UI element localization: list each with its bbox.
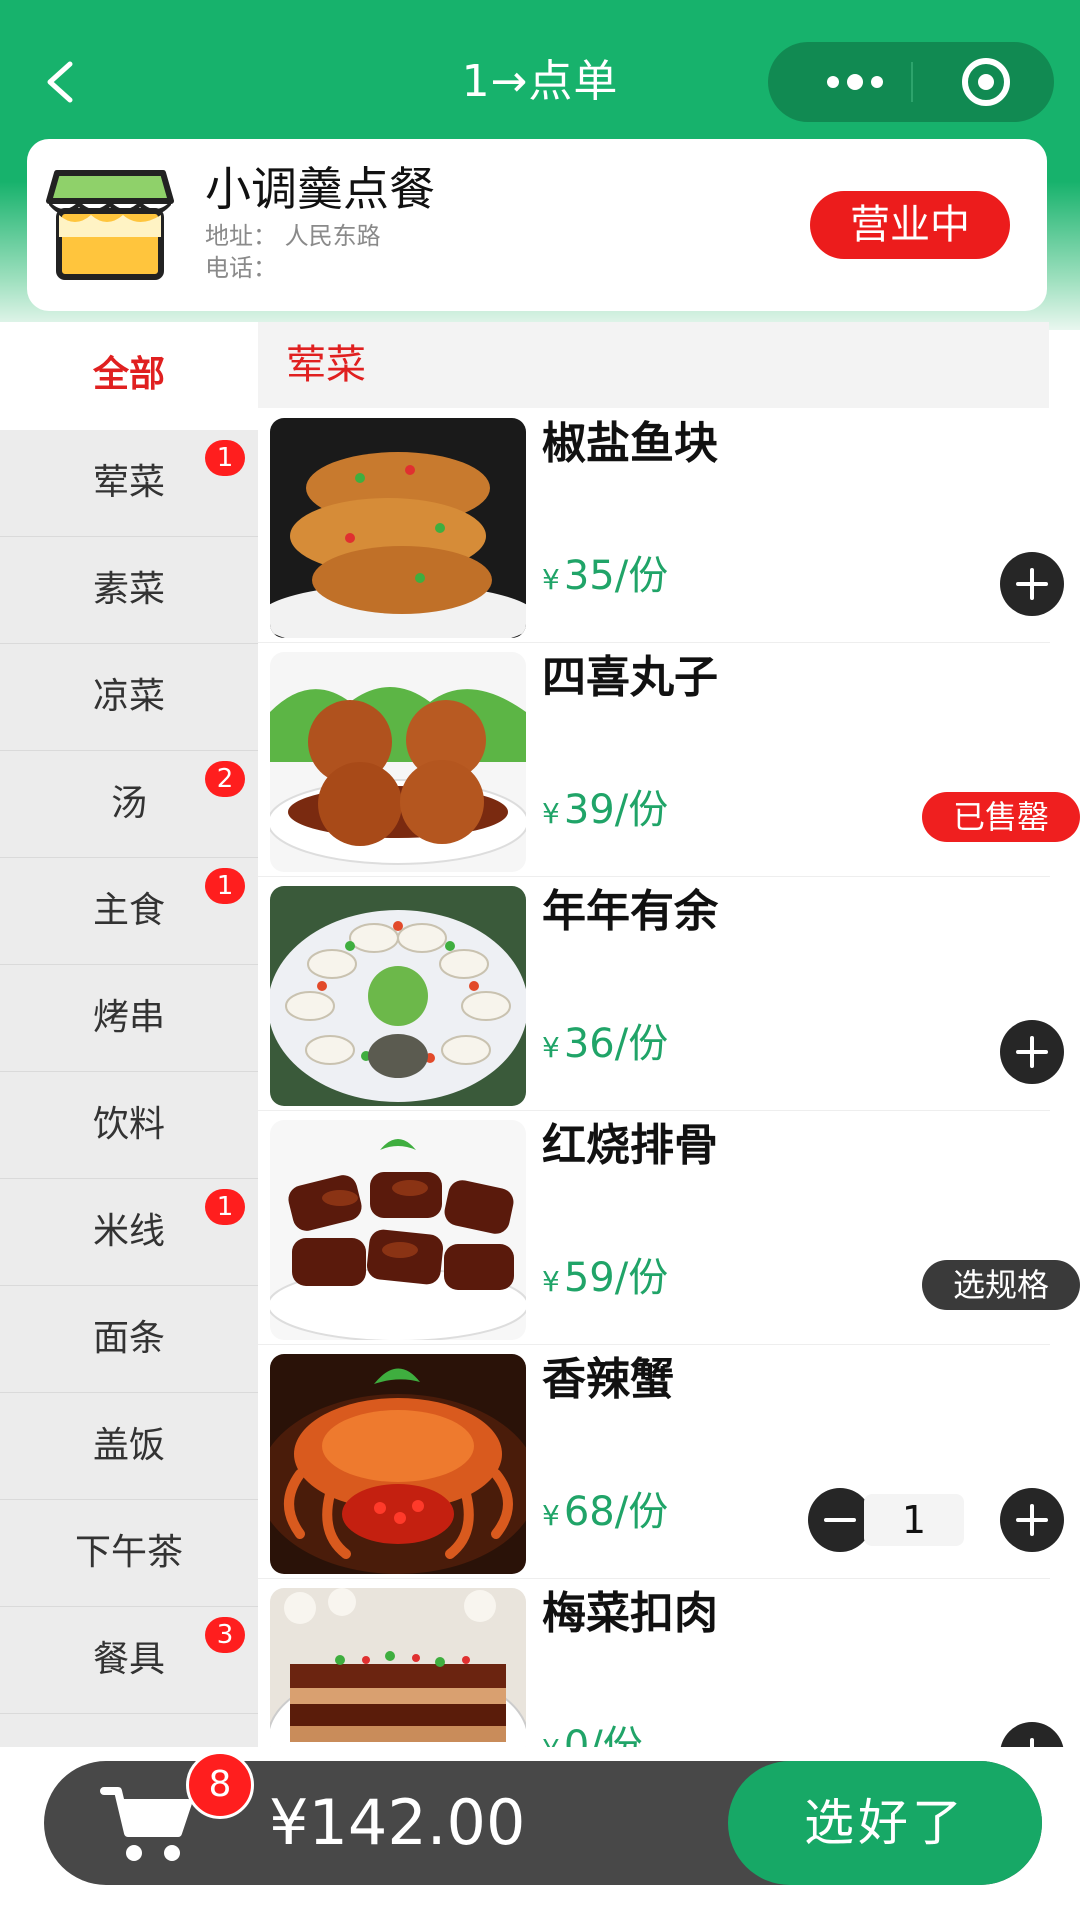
shop-phone: 电话： [205, 254, 277, 282]
dish-price: ¥59/份 [542, 1250, 668, 1310]
add-to-cart-button[interactable] [1000, 1020, 1064, 1084]
shop-info-card: 小调羹点餐 地址： 人民东路 电话： 营业中 [27, 139, 1047, 311]
sidebar-item-all[interactable]: 全部 [0, 322, 258, 430]
decrease-quantity-button[interactable] [808, 1488, 872, 1552]
sidebar-item-label: 主食 [92, 890, 165, 931]
add-to-cart-button[interactable] [1000, 1722, 1064, 1747]
dish-photo [270, 1120, 526, 1340]
count-badge: 1 [205, 1189, 245, 1225]
sidebar-item-label: 饮料 [92, 1104, 165, 1145]
more-dots-icon [827, 74, 883, 90]
count-badge: 1 [205, 868, 245, 904]
dish-list: 椒盐鱼块 ¥35/份 四喜丸子 ¥39/份 已售罄 年年有余 ¥ 36/份 红烧… [258, 408, 1080, 1747]
currency-symbol: ¥ [542, 1733, 560, 1747]
price-value: 35/份 [563, 553, 669, 599]
sidebar-item-tableware[interactable]: 餐具 3 [0, 1607, 258, 1714]
dish-price: ¥0/份 [542, 1718, 643, 1747]
dish-photo [270, 1588, 526, 1747]
sidebar-item-label: 盖饭 [92, 1425, 165, 1466]
cart-count-badge: 8 [186, 1751, 254, 1819]
sidebar-item-label: 下午茶 [74, 1532, 183, 1573]
storefront-icon [46, 170, 174, 280]
add-to-cart-button[interactable] [1000, 552, 1064, 616]
sidebar-item-rice-noodles[interactable]: 米线 1 [0, 1179, 258, 1286]
count-badge: 1 [205, 440, 245, 476]
dish-name: 红烧排骨 [542, 1120, 718, 1171]
category-sidebar: 全部 荤菜 1 素菜 凉菜 汤 2 主食 1 烤串 饮料 米线 1 面条 盖饭 … [0, 322, 258, 1747]
nav-bar: 1→点单 [0, 0, 1080, 140]
dish-name: 年年有余 [542, 886, 718, 937]
sidebar-item-label: 烤串 [92, 997, 165, 1038]
dish-item[interactable]: 四喜丸子 ¥39/份 已售罄 [258, 642, 1080, 877]
select-spec-button[interactable]: 选规格 [922, 1260, 1080, 1310]
price-value: 0/份 [563, 1723, 643, 1747]
dish-photo [270, 652, 526, 872]
mini-program-capsule [768, 42, 1054, 122]
dish-name: 梅菜扣肉 [542, 1588, 718, 1639]
sidebar-item-drinks[interactable]: 饮料 [0, 1072, 258, 1179]
dish-name: 四喜丸子 [542, 652, 718, 703]
sidebar-item-label: 餐具 [92, 1639, 165, 1680]
currency-symbol: ¥ [542, 1265, 560, 1298]
sidebar-item-label: 凉菜 [92, 676, 165, 717]
close-mini-program-button[interactable] [938, 42, 1034, 122]
sidebar-item-vegetable[interactable]: 素菜 [0, 537, 258, 644]
cart-button[interactable] [100, 1781, 194, 1865]
shop-name: 小调羹点餐 [205, 162, 435, 216]
cart-total: ¥142.00 [269, 1786, 526, 1859]
price-value: 59/份 [563, 1255, 669, 1301]
status-badge: 营业中 [810, 191, 1010, 259]
sidebar-item-staple[interactable]: 主食 1 [0, 858, 258, 965]
capsule-divider [911, 62, 913, 102]
bottom-cart-area: 8 ¥142.00 选好了 [0, 1747, 1080, 1920]
count-badge: 2 [205, 761, 245, 797]
sidebar-item-skewers[interactable]: 烤串 [0, 965, 258, 1072]
section-title: 荤菜 [258, 322, 1049, 408]
sidebar-item-cold-dish[interactable]: 凉菜 [0, 644, 258, 751]
currency-symbol: ¥ [542, 797, 560, 830]
dish-photo [270, 1354, 526, 1574]
sidebar-item-label: 汤 [110, 783, 147, 824]
dish-price: ¥36/份 [542, 1016, 668, 1076]
sidebar-item-rice-bowl[interactable]: 盖饭 [0, 1393, 258, 1500]
dish-price: ¥39/份 [542, 782, 668, 842]
currency-symbol: ¥ [542, 1031, 560, 1064]
quantity-value: 1 [864, 1494, 964, 1546]
dish-name: 香辣蟹 [542, 1354, 674, 1405]
cart-bar[interactable]: 8 ¥142.00 选好了 [44, 1751, 1042, 1885]
sidebar-item-label: 面条 [92, 1318, 165, 1359]
dish-item[interactable]: 年年有余 ¥36/份 [258, 876, 1064, 1111]
dish-price: ¥35/份 [542, 548, 668, 608]
sold-out-badge: 已售罄 [922, 792, 1080, 842]
shop-logo [45, 167, 175, 282]
dish-item[interactable]: 红烧排骨 ¥59/份 选规格 [258, 1110, 1080, 1345]
increase-quantity-button[interactable] [1000, 1488, 1064, 1552]
currency-symbol: ¥ [542, 563, 560, 596]
price-value: 39/份 [563, 787, 669, 833]
dish-photo [270, 886, 526, 1106]
sidebar-item-label: 全部 [92, 354, 165, 395]
dish-item[interactable]: 椒盐鱼块 ¥35/份 [258, 408, 1064, 643]
dish-photo [270, 418, 526, 638]
sidebar-item-label: 米线 [92, 1211, 165, 1252]
sidebar-item-soup[interactable]: 汤 2 [0, 751, 258, 858]
count-badge: 3 [205, 1617, 245, 1653]
sidebar-item-label: 荤菜 [92, 462, 165, 503]
sidebar-item-afternoon-tea[interactable]: 下午茶 [0, 1500, 258, 1607]
sidebar-item-label: 素菜 [92, 569, 165, 610]
dish-item[interactable]: 香辣蟹 ¥68/份 1 [258, 1344, 1064, 1579]
currency-symbol: ¥ [542, 1499, 560, 1532]
target-icon [962, 58, 1010, 106]
sidebar-item-noodles[interactable]: 面条 [0, 1286, 258, 1393]
price-value: 36/份 [563, 1021, 669, 1067]
shop-address: 地址： 人民东路 [205, 222, 381, 250]
dish-item[interactable]: 梅菜扣肉 ¥0/份 [258, 1578, 1064, 1747]
more-button[interactable] [798, 42, 908, 122]
dish-price: ¥68/份 [542, 1484, 668, 1544]
sidebar-item-meat[interactable]: 荤菜 1 [0, 430, 258, 537]
dish-name: 椒盐鱼块 [542, 418, 718, 469]
shopping-cart-icon [100, 1787, 192, 1861]
price-value: 68/份 [563, 1489, 669, 1535]
checkout-button[interactable]: 选好了 [728, 1761, 1042, 1885]
